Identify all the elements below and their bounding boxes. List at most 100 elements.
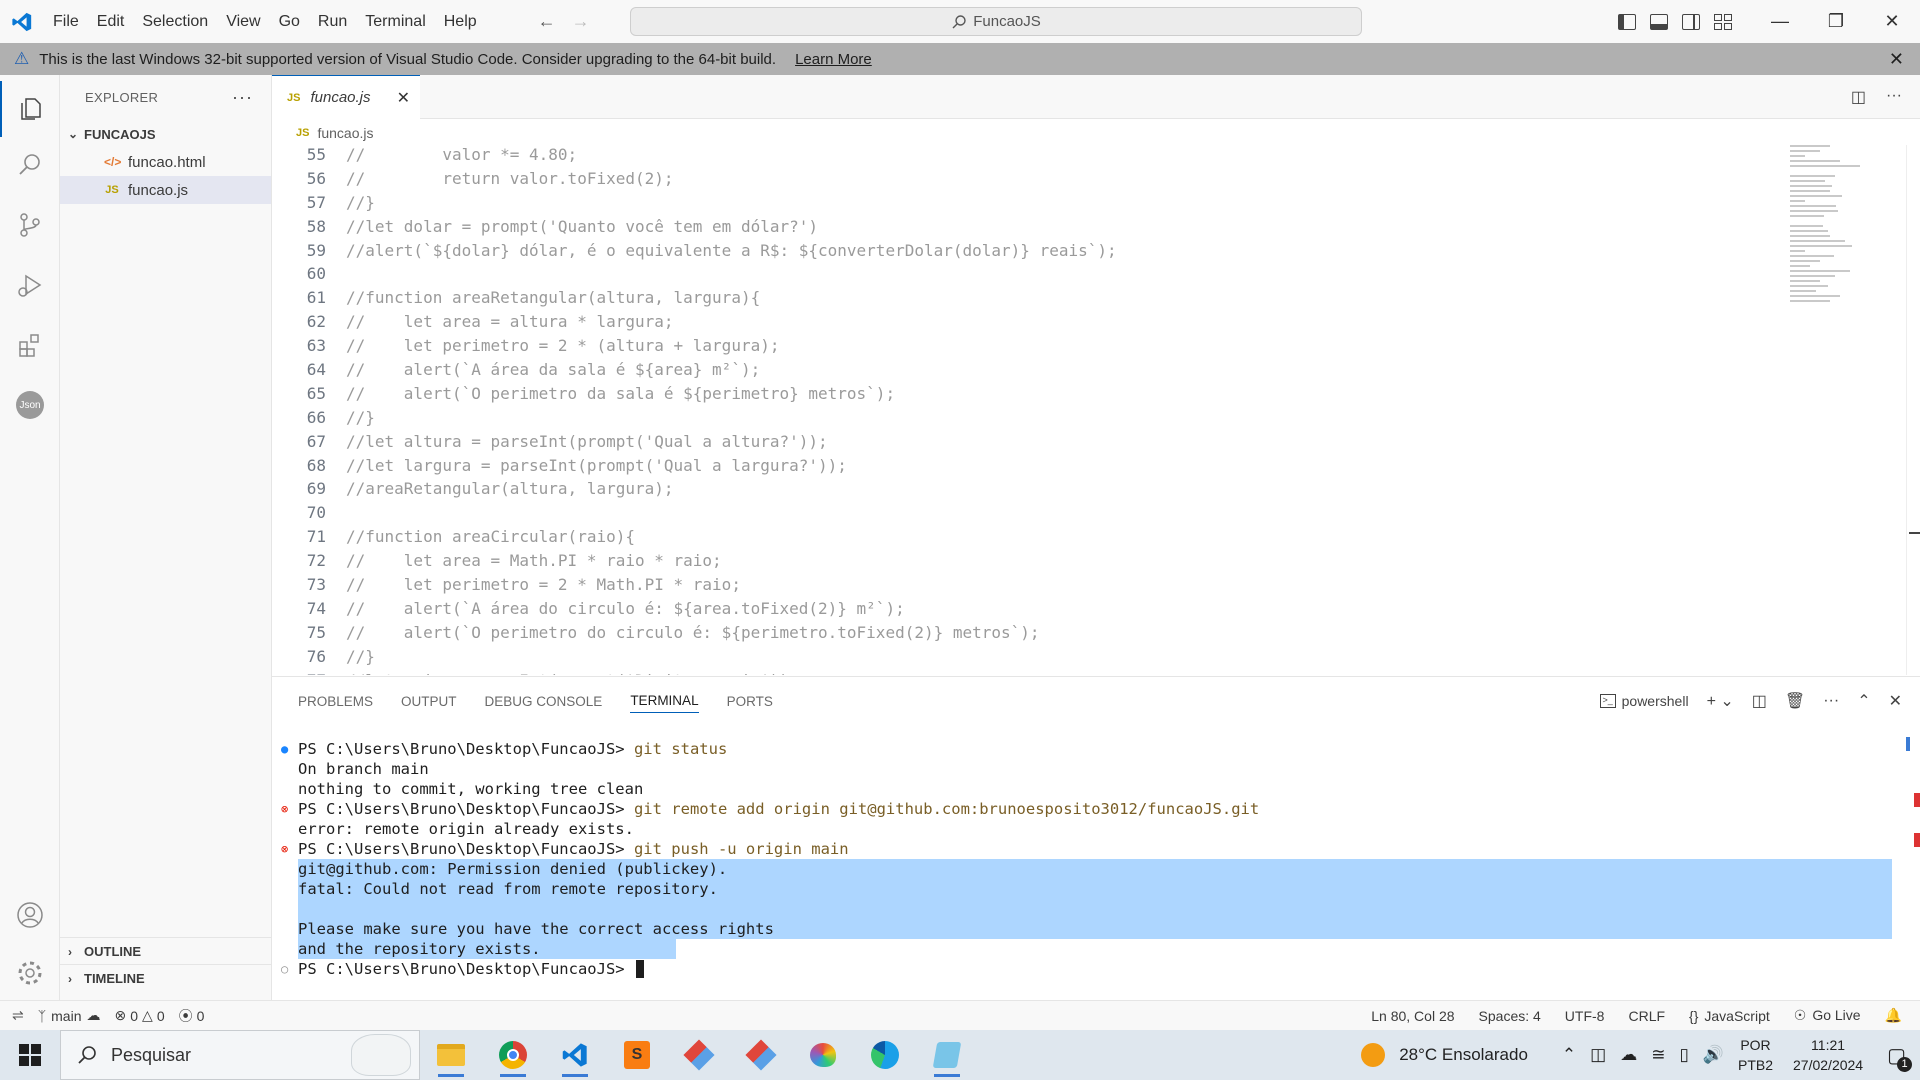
- minimize-button[interactable]: —: [1752, 0, 1808, 43]
- more-actions-icon[interactable]: ···: [232, 87, 253, 108]
- terminal-output[interactable]: ● PS C:\Users\Bruno\Desktop\FuncaoJS> git…: [272, 739, 1892, 979]
- menu-file[interactable]: File: [44, 13, 88, 31]
- windows-start-icon[interactable]: [0, 1030, 60, 1080]
- code-line[interactable]: 62 // let area = altura * largura;: [272, 312, 1892, 336]
- code-line[interactable]: 61 //function areaRetangular(altura, larg…: [272, 288, 1892, 312]
- new-terminal-icon[interactable]: + ⌄: [1707, 691, 1734, 711]
- close-tab-icon[interactable]: ✕: [397, 88, 410, 108]
- forward-arrow-icon[interactable]: →: [572, 11, 590, 32]
- toggle-secondary-sidebar-icon[interactable]: [1682, 13, 1700, 30]
- chevron-up-icon[interactable]: ⌃: [1562, 1045, 1576, 1065]
- code-line[interactable]: 66 //}: [272, 408, 1892, 432]
- bell-icon[interactable]: 🔔: [1885, 1007, 1902, 1024]
- terminal-line[interactable]: fatal: Could not read from remote reposi…: [272, 879, 1892, 899]
- code-line[interactable]: 57 //}: [272, 193, 1892, 217]
- cursor-position[interactable]: Ln 80, Col 28: [1371, 1008, 1454, 1024]
- run-debug-icon[interactable]: [0, 257, 60, 313]
- branch-indicator[interactable]: ᛉ main ☁: [38, 1007, 101, 1024]
- close-panel-icon[interactable]: ✕: [1889, 691, 1902, 711]
- minimap[interactable]: [1790, 145, 1900, 325]
- cloud-icon[interactable]: ☁: [1620, 1045, 1637, 1065]
- code-line[interactable]: 72 // let area = Math.PI * raio * raio;: [272, 551, 1892, 575]
- code-line[interactable]: 64 // alert(`A área da sala é ${area} m²`…: [272, 360, 1892, 384]
- clock[interactable]: 11:21 27/02/2024: [1793, 1035, 1863, 1075]
- code-line[interactable]: 60: [272, 264, 1892, 288]
- battery-icon[interactable]: ▯: [1679, 1045, 1688, 1065]
- sublime-app[interactable]: S: [606, 1030, 668, 1080]
- close-window-button[interactable]: ✕: [1864, 0, 1920, 43]
- code-line[interactable]: 67 //let altura = parseInt(prompt('Qual a…: [272, 432, 1892, 456]
- terminal-line[interactable]: Please make sure you have the correct ac…: [272, 919, 1892, 939]
- terminal-line[interactable]: git@github.com: Permission denied (publi…: [272, 859, 1892, 879]
- file-item-js[interactable]: JS funcao.js: [60, 176, 271, 204]
- terminal-line[interactable]: ○ PS C:\Users\Bruno\Desktop\FuncaoJS>: [272, 959, 1892, 979]
- code-line[interactable]: 76 //}: [272, 647, 1892, 671]
- source-control-icon[interactable]: [0, 197, 60, 253]
- search-icon[interactable]: [0, 137, 60, 193]
- code-line[interactable]: 65 // alert(`O perimetro da sala é ${peri…: [272, 384, 1892, 408]
- file-item-html[interactable]: </> funcao.html: [60, 148, 271, 176]
- tab-funcao-js[interactable]: JS funcao.js ✕: [272, 75, 420, 119]
- kill-terminal-icon[interactable]: 🗑: [1785, 691, 1805, 711]
- code-line[interactable]: 74 // alert(`A área do circulo é: ${area.…: [272, 599, 1892, 623]
- tab-debug-console[interactable]: DEBUG CONSOLE: [485, 694, 603, 709]
- remote-icon[interactable]: ⇌: [12, 1007, 24, 1024]
- account-icon[interactable]: [0, 887, 60, 943]
- code-line[interactable]: 70: [272, 503, 1892, 527]
- maximize-panel-icon[interactable]: ⌃: [1857, 691, 1870, 711]
- terminal-line[interactable]: ⊗ PS C:\Users\Bruno\Desktop\FuncaoJS> git…: [272, 839, 1892, 859]
- code-editor[interactable]: 55 // valor *= 4.80; 56 // return valor.toF…: [272, 145, 1892, 675]
- code-line[interactable]: 73 // let perimetro = 2 * Math.PI * raio;: [272, 575, 1892, 599]
- terminal-line[interactable]: error: remote origin already exists.: [272, 819, 1892, 839]
- split-editor-icon[interactable]: ◫: [1851, 87, 1866, 107]
- editor-more-actions-icon[interactable]: ···: [1886, 87, 1902, 107]
- wifi-icon[interactable]: ≅: [1651, 1045, 1665, 1065]
- restore-button[interactable]: ❐: [1808, 0, 1864, 43]
- explorer-icon[interactable]: [0, 81, 60, 137]
- breadcrumb[interactable]: JS funcao.js: [272, 120, 1920, 146]
- chrome-app[interactable]: [482, 1030, 544, 1080]
- input-language[interactable]: POR PTB2: [1738, 1035, 1773, 1075]
- problems-indicator[interactable]: ⊗ 0 △ 0: [115, 1007, 165, 1024]
- settings-gear-icon[interactable]: [0, 945, 60, 1001]
- encoding[interactable]: UTF-8: [1565, 1008, 1605, 1024]
- paint-app[interactable]: [792, 1030, 854, 1080]
- toggle-panel-icon[interactable]: [1650, 13, 1668, 30]
- back-arrow-icon[interactable]: ←: [538, 11, 556, 32]
- tab-output[interactable]: OUTPUT: [401, 694, 457, 709]
- tab-terminal[interactable]: TERMINAL: [630, 689, 699, 713]
- go-live-button[interactable]: ☉ Go Live: [1794, 1007, 1861, 1024]
- json-extension-icon[interactable]: Json: [0, 377, 60, 433]
- menu-run[interactable]: Run: [309, 13, 356, 31]
- edge-app[interactable]: [854, 1030, 916, 1080]
- customize-layout-icon[interactable]: [1714, 13, 1732, 30]
- terminal-line[interactable]: ⊗ PS C:\Users\Bruno\Desktop\FuncaoJS> git…: [272, 799, 1892, 819]
- meet-now-icon[interactable]: ◫: [1590, 1045, 1606, 1065]
- panel-more-icon[interactable]: ···: [1823, 692, 1839, 710]
- terminal-line[interactable]: nothing to commit, working tree clean: [272, 779, 1892, 799]
- menu-go[interactable]: Go: [270, 13, 309, 31]
- git-gui-app[interactable]: [668, 1030, 730, 1080]
- tab-ports[interactable]: PORTS: [727, 694, 773, 709]
- code-line[interactable]: 55 // valor *= 4.80;: [272, 145, 1892, 169]
- vscode-app[interactable]: [544, 1030, 606, 1080]
- notification-center-icon[interactable]: ▢ 1: [1887, 1043, 1912, 1072]
- menu-help[interactable]: Help: [435, 13, 486, 31]
- learn-more-link[interactable]: Learn More: [795, 51, 872, 68]
- weather-label[interactable]: 28°C Ensolarado: [1399, 1045, 1528, 1065]
- terminal-line[interactable]: ● PS C:\Users\Bruno\Desktop\FuncaoJS> git…: [272, 739, 1892, 759]
- menu-terminal[interactable]: Terminal: [356, 13, 434, 31]
- language-mode[interactable]: {} JavaScript: [1689, 1008, 1770, 1024]
- terminal-shell-selector[interactable]: >_ powershell: [1599, 693, 1689, 709]
- volume-icon[interactable]: 🔊: [1703, 1045, 1724, 1065]
- git-gui-app-2[interactable]: [730, 1030, 792, 1080]
- code-line[interactable]: 68 //let largura = parseInt(prompt('Qual …: [272, 456, 1892, 480]
- terminal-line[interactable]: On branch main: [272, 759, 1892, 779]
- line-endings[interactable]: CRLF: [1628, 1008, 1665, 1024]
- code-line[interactable]: 59 //alert(`${dolar} dólar, é o equivalen…: [272, 241, 1892, 265]
- split-terminal-icon[interactable]: ◫: [1752, 691, 1767, 711]
- menu-edit[interactable]: Edit: [88, 13, 134, 31]
- ports-indicator[interactable]: ⦿ 0: [179, 1006, 205, 1026]
- taskbar-search[interactable]: Pesquisar: [60, 1030, 420, 1080]
- folder-header[interactable]: ⌄ FUNCAOJS: [60, 120, 271, 148]
